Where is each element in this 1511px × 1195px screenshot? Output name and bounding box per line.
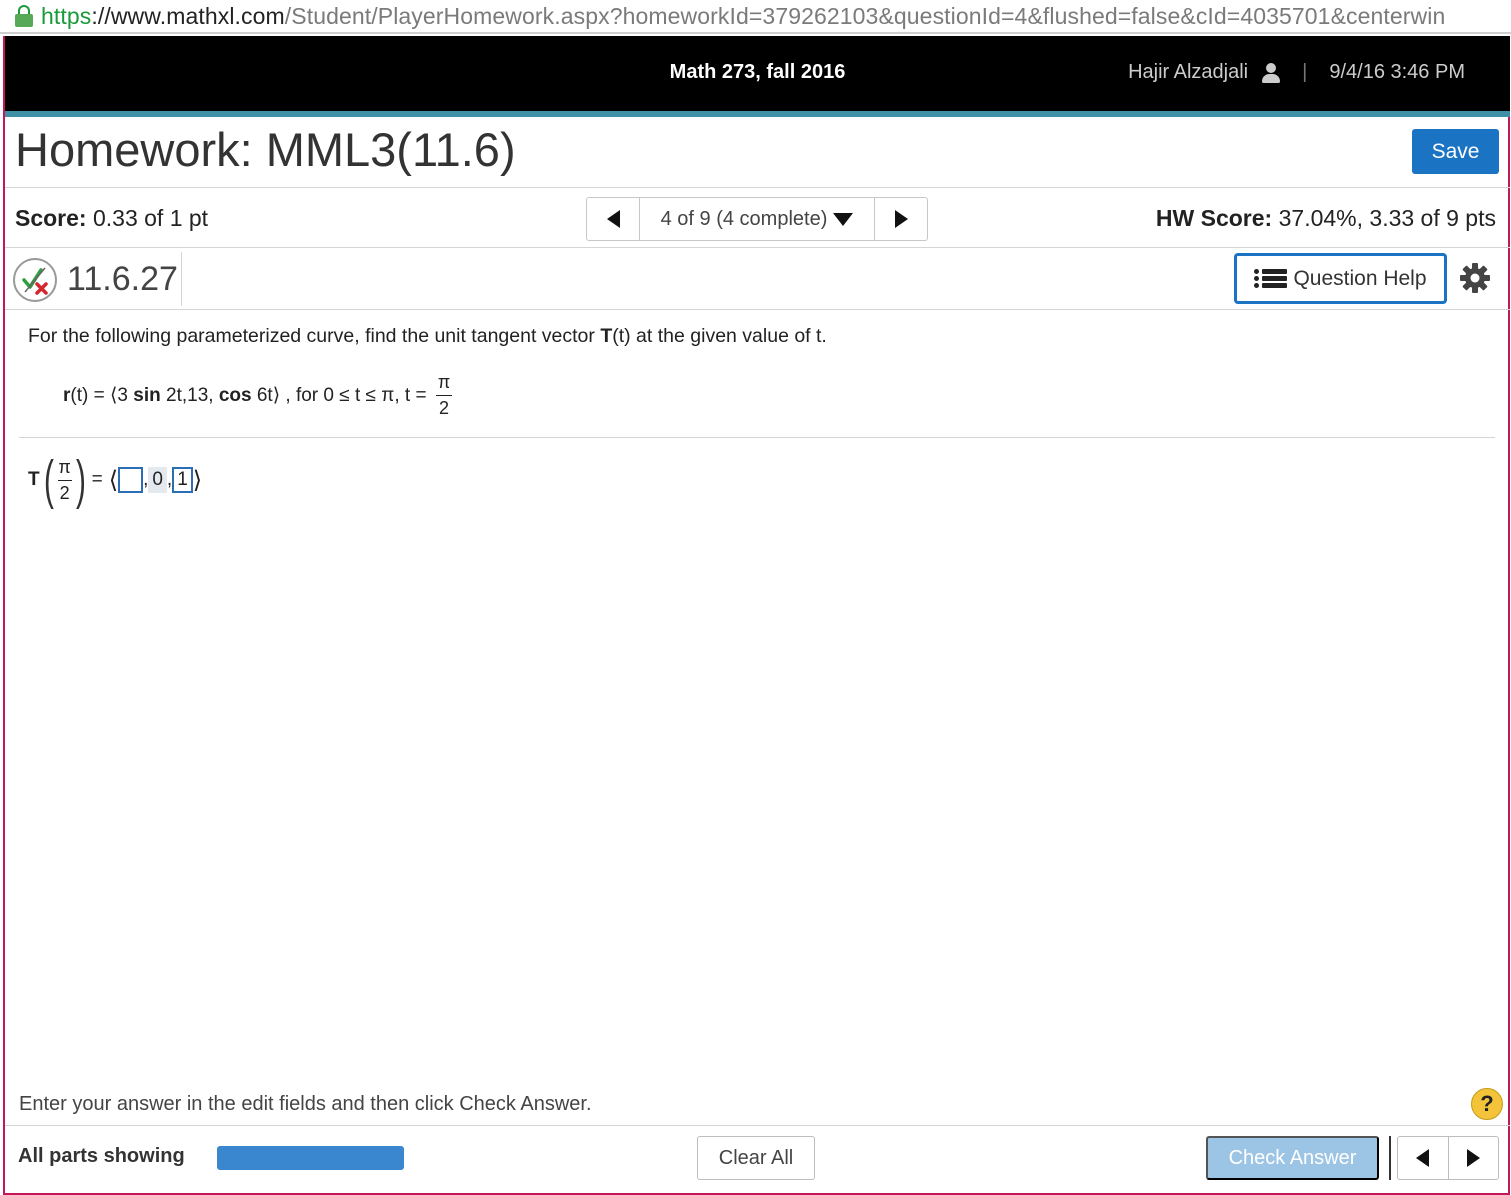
arrow-left-icon bbox=[606, 210, 620, 228]
formula-sin: sin bbox=[133, 384, 161, 406]
curve-formula: r (t) = ⟨3 sin 2t,13, cos 6t⟩ , for 0 ≤ t… bbox=[63, 372, 453, 419]
hw-score-value: 37.04%, 3.33 of 9 pts bbox=[1278, 205, 1496, 231]
list-icon bbox=[1254, 268, 1288, 290]
paren-open: ( bbox=[43, 450, 54, 510]
date-time: 9/4/16 3:46 PM bbox=[1329, 61, 1465, 83]
prompt-text-end: (t) at the given value of t. bbox=[612, 325, 827, 347]
check-answer-button[interactable]: Check Answer bbox=[1206, 1136, 1379, 1180]
footer-navigator bbox=[1397, 1136, 1499, 1180]
partial-correct-icon bbox=[13, 258, 57, 302]
answer-fraction: π 2 bbox=[57, 456, 72, 504]
caret-down-icon bbox=[833, 212, 854, 226]
parts-progress-bar bbox=[217, 1146, 404, 1170]
angle-open: ⟨ bbox=[108, 466, 119, 494]
answer-value-2: 0 bbox=[148, 467, 167, 493]
formula-part: 6t⟩ , for 0 ≤ t ≤ π, t = bbox=[251, 385, 432, 406]
formula-part: (t) = ⟨3 bbox=[70, 385, 134, 406]
fraction-denominator: 2 bbox=[439, 398, 450, 418]
save-button[interactable]: Save bbox=[1412, 129, 1499, 174]
divider bbox=[5, 247, 1510, 248]
course-name: Math 273, fall 2016 bbox=[669, 61, 846, 83]
divider bbox=[19, 437, 1495, 438]
formula-cos: cos bbox=[218, 384, 252, 406]
url-host: ://www.mathxl.com bbox=[91, 2, 285, 29]
question-help-button[interactable]: Question Help bbox=[1234, 253, 1447, 304]
divider bbox=[5, 187, 1510, 188]
divider bbox=[5, 1125, 1510, 1126]
hw-score: HW Score: 37.04%, 3.33 of 9 pts bbox=[1156, 205, 1496, 232]
header-separator: | bbox=[1302, 61, 1308, 83]
url-protocol: https bbox=[41, 2, 92, 29]
gear-icon[interactable] bbox=[1459, 262, 1491, 294]
paren-close: ) bbox=[75, 450, 86, 510]
next-question-button[interactable] bbox=[1447, 1137, 1499, 1179]
answer-input-3[interactable]: 1 bbox=[172, 467, 193, 493]
score-value: 0.33 of 1 pt bbox=[92, 205, 209, 231]
url-text[interactable]: https://www.mathxl.com/Student/PlayerHom… bbox=[41, 3, 1445, 30]
formula-r: r bbox=[63, 384, 71, 406]
fraction-numerator: π bbox=[58, 456, 71, 477]
divider bbox=[181, 252, 182, 306]
user-name[interactable]: Hajir Alzadjali bbox=[1128, 61, 1248, 84]
question-help-label: Question Help bbox=[1293, 266, 1427, 290]
angle-close: ⟩ bbox=[192, 466, 203, 494]
answer-row: T ( π 2 ) = ⟨ , 0 , 1 ⟩ bbox=[28, 450, 202, 510]
divider bbox=[1389, 1136, 1391, 1180]
fraction-denominator: 2 bbox=[59, 482, 70, 503]
question-selector[interactable]: 4 of 9 (4 complete) bbox=[639, 198, 875, 240]
arrow-left-icon bbox=[1416, 1149, 1430, 1167]
clear-all-button[interactable]: Clear All bbox=[697, 1136, 815, 1180]
page-title: Homework: MML3(11.6) bbox=[15, 123, 516, 176]
arrow-right-icon bbox=[1466, 1149, 1480, 1167]
arrow-right-icon bbox=[894, 210, 908, 228]
prev-question-button[interactable] bbox=[1398, 1137, 1448, 1179]
top-header: Math 273, fall 2016 Hajir Alzadjali | 9/… bbox=[5, 36, 1510, 111]
t-value-fraction: π 2 bbox=[435, 372, 453, 419]
score: Score: 0.33 of 1 pt bbox=[15, 205, 208, 232]
formula-part: 2t,13, bbox=[160, 384, 219, 406]
equals-sign: = bbox=[91, 469, 103, 490]
prompt-vector: T bbox=[600, 325, 613, 347]
user-icon[interactable] bbox=[1262, 62, 1281, 83]
user-area: Hajir Alzadjali | 9/4/16 3:46 PM bbox=[1128, 61, 1465, 84]
question-position: 4 of 9 (4 complete) bbox=[660, 207, 828, 230]
hw-score-label: HW Score: bbox=[1155, 205, 1273, 231]
answer-input-1[interactable] bbox=[118, 467, 144, 493]
lock-icon bbox=[15, 5, 33, 27]
help-icon[interactable]: ? bbox=[1471, 1088, 1503, 1120]
address-bar[interactable]: https://www.mathxl.com/Student/PlayerHom… bbox=[0, 0, 1511, 34]
url-path: /Student/PlayerHomework.aspx?homeworkId=… bbox=[284, 2, 1446, 29]
answer-T: T bbox=[28, 469, 40, 490]
question-id: 11.6.27 bbox=[67, 260, 178, 298]
next-question-button[interactable] bbox=[875, 198, 927, 240]
question-navigator: 4 of 9 (4 complete) bbox=[586, 197, 928, 241]
prompt-text: For the following parameterized curve, f… bbox=[28, 325, 601, 347]
score-label: Score: bbox=[15, 205, 87, 231]
prev-question-button[interactable] bbox=[587, 198, 639, 240]
instructions: Enter your answer in the edit fields and… bbox=[19, 1093, 592, 1115]
header-accent-bar bbox=[5, 111, 1510, 117]
parts-label: All parts showing bbox=[18, 1145, 185, 1167]
divider bbox=[5, 309, 1510, 310]
question-prompt: For the following parameterized curve, f… bbox=[28, 325, 827, 348]
fraction-numerator: π bbox=[437, 372, 451, 392]
